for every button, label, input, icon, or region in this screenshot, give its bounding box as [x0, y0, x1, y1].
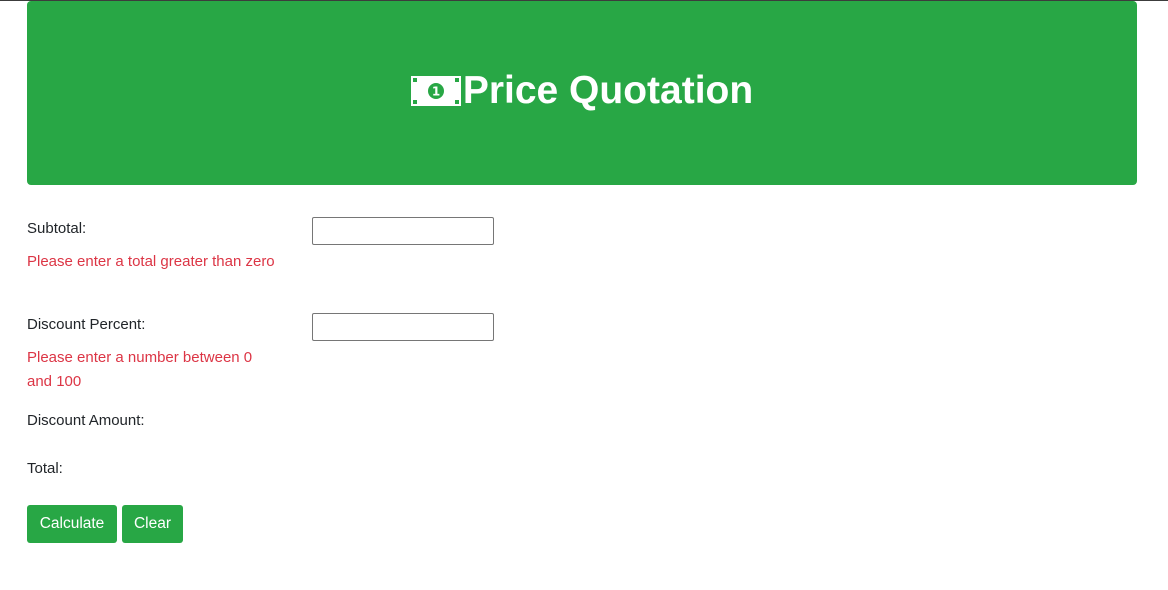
subtotal-input[interactable]: [312, 217, 494, 245]
discount-amount-label: Discount Amount:: [27, 412, 145, 429]
discount-percent-error: Please enter a number between 0 and 100: [27, 349, 253, 390]
total-label: Total:: [27, 460, 63, 477]
page-header: 1 Price Quotation: [27, 1, 1137, 185]
subtotal-error: Please enter a total greater than zero: [27, 253, 275, 270]
svg-text:1: 1: [432, 85, 440, 99]
calculate-button[interactable]: Calculate: [27, 505, 117, 543]
money-bill-icon: 1: [410, 76, 461, 106]
discount-percent-label: Discount Percent:: [27, 316, 146, 333]
header-title-group: 1 Price Quotation: [410, 69, 754, 113]
subtotal-label: Subtotal:: [27, 220, 87, 237]
page-title: Price Quotation: [462, 69, 754, 112]
discount-percent-input[interactable]: [312, 313, 494, 341]
clear-button[interactable]: Clear: [122, 505, 183, 543]
